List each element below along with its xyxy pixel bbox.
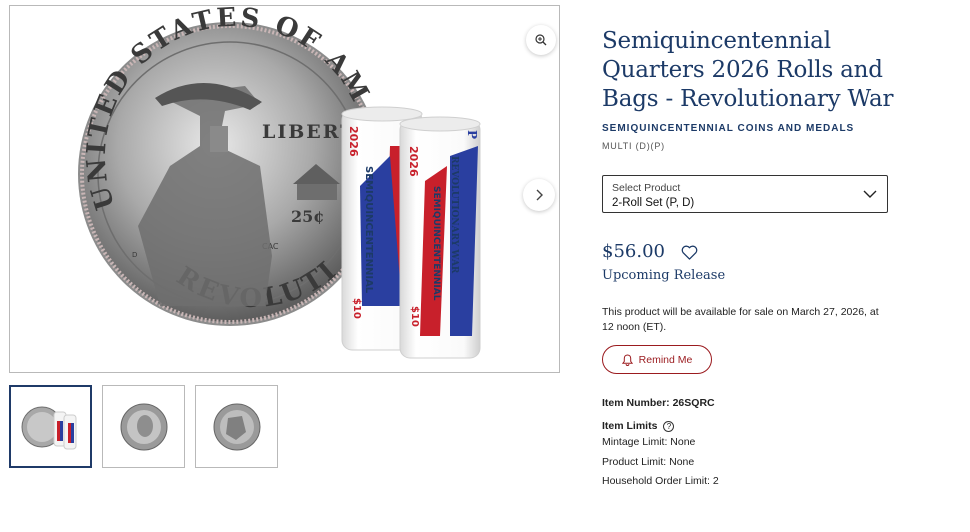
- front-roll-value: $10: [409, 306, 420, 327]
- zoom-in-icon: [535, 34, 547, 46]
- coin-roll-front: P REVOLUTIONARY WAR 2026 SEMIQUINCENTENN…: [399, 116, 481, 359]
- price-row: $56.00: [602, 241, 698, 262]
- roll-war-text: REVOLUTIONARY WAR: [449, 156, 459, 274]
- bell-icon: [621, 353, 633, 366]
- household-limit: Household Order Limit: 2: [602, 475, 719, 487]
- chevron-right-icon: [536, 189, 543, 201]
- item-number: Item Number: 26SQRC: [602, 397, 715, 409]
- front-roll-year: 2026: [407, 146, 420, 177]
- remind-me-label: Remind Me: [638, 353, 693, 366]
- select-label: Select Product: [612, 182, 681, 194]
- quarter-coin: UNITED STATES OF AMERICA REVOLUTIONARY L…: [10, 6, 382, 326]
- availability-note: This product will be available for sale …: [602, 306, 879, 333]
- main-product-image[interactable]: UNITED STATES OF AMERICA REVOLUTIONARY L…: [9, 5, 560, 373]
- back-roll-value: $10: [351, 298, 362, 319]
- heart-icon: [681, 245, 698, 260]
- next-image-button[interactable]: [523, 179, 555, 211]
- coin-mint-mark: D: [132, 251, 137, 259]
- release-status: Upcoming Release: [602, 268, 726, 283]
- product-info: Semiquincentennial Quarters 2026 Rolls a…: [602, 27, 902, 151]
- thumbnail-image: [120, 403, 167, 450]
- product-specs: Item Number: 26SQRC Item Limits ? Mintag…: [602, 397, 719, 495]
- coin-denomination: 25¢: [291, 207, 324, 226]
- item-limits-row: Item Limits ?: [602, 417, 719, 437]
- remind-me-button[interactable]: Remind Me: [602, 345, 712, 374]
- thumbnail-coin-obverse[interactable]: [102, 385, 185, 468]
- product-select[interactable]: Select Product 2-Roll Set (P, D): [602, 175, 888, 213]
- back-roll-year: 2026: [347, 126, 360, 157]
- product-photo: UNITED STATES OF AMERICA REVOLUTIONARY L…: [10, 6, 481, 359]
- favorite-button[interactable]: [681, 244, 698, 260]
- chevron-down-icon: [863, 190, 877, 198]
- roll-mint-mark: P: [465, 130, 479, 139]
- front-roll-label: SEMIQUINCENTENNIAL: [431, 186, 441, 301]
- select-value: 2-Roll Set (P, D): [612, 197, 695, 209]
- mint-marks: MULTI (D)(P): [602, 141, 665, 151]
- help-icon[interactable]: ?: [663, 420, 675, 432]
- price: $56.00: [602, 241, 665, 262]
- product-title: Semiquincentennial Quarters 2026 Rolls a…: [602, 28, 894, 112]
- item-limits-label: Item Limits: [602, 419, 658, 432]
- mintage-limit: Mintage Limit: None: [602, 436, 696, 448]
- back-roll-label: SEMIQUINCENTENNIAL: [363, 166, 374, 294]
- product-category[interactable]: SEMIQUINCENTENNIAL COINS AND MEDALS: [602, 123, 902, 134]
- thumbnail-rolls-and-coin[interactable]: [9, 385, 92, 468]
- thumbnail-image: [21, 406, 76, 449]
- zoom-button[interactable]: [526, 25, 556, 55]
- thumbnail-coin-reverse[interactable]: [195, 385, 278, 468]
- product-limit: Product Limit: None: [602, 455, 695, 468]
- thumbnail-image: [213, 403, 260, 450]
